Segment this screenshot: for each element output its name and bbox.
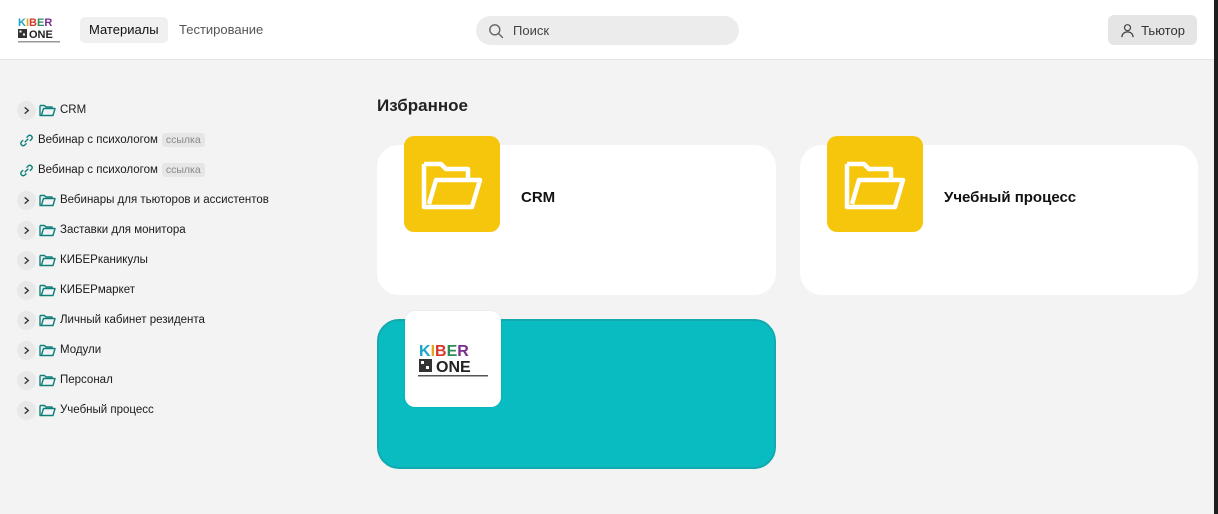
- link-icon: [20, 134, 33, 146]
- folder-tile[interactable]: [404, 136, 500, 232]
- user-menu-button[interactable]: Тьютор: [1108, 15, 1197, 45]
- link-icon: [20, 164, 33, 176]
- tree-item-label: Вебинары для тьюторов и ассистентов: [60, 194, 269, 206]
- tree-item-label: Модули: [60, 344, 102, 356]
- materials-tree: CRM Вебинар с психологом ссылка Вебинар …: [17, 95, 337, 425]
- tree-item-modules[interactable]: Модули: [17, 335, 337, 365]
- link-badge: ссылка: [161, 133, 205, 147]
- folder-icon: [844, 161, 906, 210]
- folder-icon: [39, 224, 56, 237]
- chevron-right-icon[interactable]: [17, 400, 36, 420]
- tree-item-tutor-webinars[interactable]: Вебинары для тьюторов и ассистентов: [17, 185, 337, 215]
- tree-item-label: Персонал: [60, 374, 113, 386]
- tree-item-label: КИБЕРканикулы: [60, 254, 148, 266]
- tree-item-study-process[interactable]: Учебный процесс: [17, 395, 337, 425]
- svg-text:KIBER: KIBER: [18, 17, 52, 29]
- tree-item-screensavers[interactable]: Заставки для монитора: [17, 215, 337, 245]
- svg-text:ONE: ONE: [29, 29, 53, 41]
- chevron-right-icon[interactable]: [17, 280, 36, 300]
- folder-icon: [39, 404, 56, 417]
- search-icon: [489, 23, 504, 38]
- folder-icon: [39, 254, 56, 267]
- chevron-right-icon[interactable]: [17, 340, 36, 360]
- logo-tile[interactable]: KIBER ONE: [405, 311, 501, 407]
- folder-icon: [39, 344, 56, 357]
- chevron-right-icon[interactable]: [17, 220, 36, 240]
- kiberone-logo[interactable]: KIBER ONE: [16, 14, 62, 46]
- tree-item-crm[interactable]: CRM: [17, 95, 337, 125]
- top-bar: KIBER ONE Материалы Тестирование Тьютор: [0, 0, 1214, 60]
- favorite-card-title: Учебный процесс: [944, 189, 1077, 206]
- user-role-label: Тьютор: [1141, 22, 1185, 38]
- tree-item-label: Вебинар с психологом: [38, 164, 158, 176]
- folder-icon: [39, 314, 56, 327]
- user-icon: [1121, 23, 1134, 37]
- folder-icon: [39, 374, 56, 387]
- tree-item-label: Заставки для монитора: [60, 224, 186, 236]
- chevron-right-icon[interactable]: [17, 310, 36, 330]
- tree-item-kiber-market[interactable]: КИБЕРмаркет: [17, 275, 337, 305]
- favorites-title: Избранное: [377, 96, 468, 115]
- tree-item-webinar-link[interactable]: Вебинар с психологом ссылка: [17, 125, 337, 155]
- folder-icon: [39, 284, 56, 297]
- search-bar[interactable]: [476, 16, 739, 45]
- tree-item-label: КИБЕРмаркет: [60, 284, 135, 296]
- chevron-right-icon[interactable]: [17, 100, 36, 120]
- link-badge: ссылка: [161, 163, 205, 177]
- tree-item-label: Личный кабинет резидента: [60, 314, 205, 326]
- kiberone-logo: KIBER ONE: [416, 340, 490, 378]
- search-input[interactable]: [513, 23, 713, 38]
- window-edge: [1214, 0, 1218, 514]
- folder-icon: [39, 104, 56, 117]
- svg-text:ONE: ONE: [436, 359, 471, 376]
- tree-item-label: Вебинар с психологом: [38, 134, 158, 146]
- chevron-right-icon[interactable]: [17, 190, 36, 210]
- tree-item-staff[interactable]: Персонал: [17, 365, 337, 395]
- folder-tile[interactable]: [827, 136, 923, 232]
- favorite-card-title: CRM: [521, 189, 556, 206]
- tree-item-webinar-link[interactable]: Вебинар с психологом ссылка: [17, 155, 337, 185]
- chevron-right-icon[interactable]: [17, 370, 36, 390]
- folder-icon: [421, 161, 483, 210]
- tree-item-label: Учебный процесс: [60, 404, 154, 416]
- tab-materials[interactable]: Материалы: [80, 17, 168, 43]
- tree-item-label: CRM: [60, 104, 87, 116]
- tab-testing[interactable]: Тестирование: [170, 17, 272, 43]
- chevron-right-icon[interactable]: [17, 250, 36, 270]
- tree-item-kiber-holidays[interactable]: КИБЕРканикулы: [17, 245, 337, 275]
- tree-item-resident-cabinet[interactable]: Личный кабинет резидента: [17, 305, 337, 335]
- svg-text:KIBER: KIBER: [419, 343, 469, 360]
- folder-icon: [39, 194, 56, 207]
